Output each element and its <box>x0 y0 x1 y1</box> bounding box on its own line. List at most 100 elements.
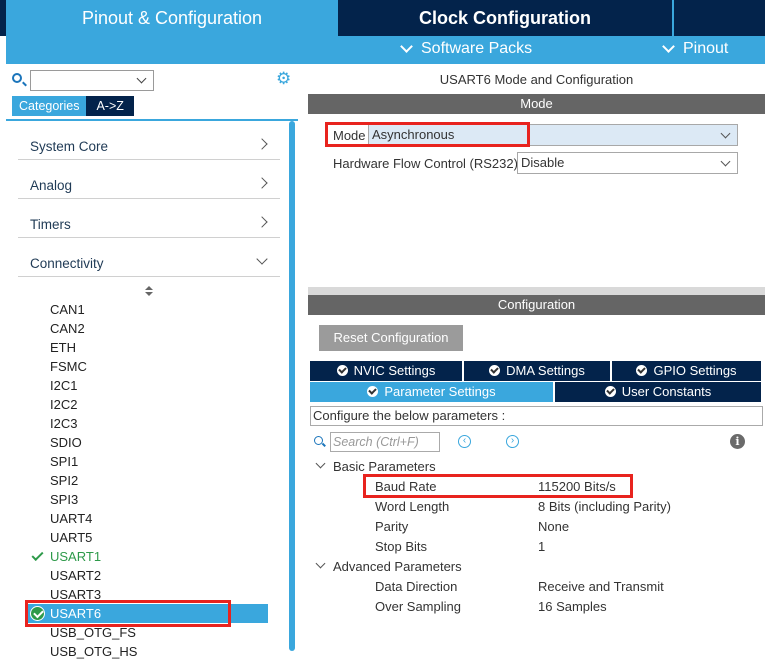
param-stop-bits-name: Stop Bits <box>375 539 428 554</box>
peripheral-can2[interactable]: CAN2 <box>26 319 268 338</box>
category-label: Connectivity <box>30 256 104 271</box>
param-stop-bits-value[interactable]: 1 <box>538 539 545 554</box>
pinout-menu[interactable]: Pinout <box>662 40 729 58</box>
peripheral-fsmc[interactable]: FSMC <box>26 357 268 376</box>
tab-extra[interactable] <box>672 0 765 36</box>
tab-a-to-z[interactable]: A->Z <box>86 96 134 116</box>
tab-label: DMA Settings <box>506 363 585 378</box>
check-circle-icon <box>489 365 501 376</box>
search-icon <box>314 436 323 445</box>
category-label: Timers <box>30 217 71 232</box>
left-panel: ⚙ Categories A->Z System Core Analog Tim… <box>6 64 304 670</box>
category-analog[interactable]: Analog <box>18 165 280 199</box>
tab-dma-settings[interactable]: DMA Settings <box>462 361 610 381</box>
param-parity-value[interactable]: None <box>538 519 569 534</box>
gear-icon[interactable]: ⚙ <box>276 70 292 87</box>
chevron-down-icon <box>256 253 268 265</box>
category-tabs: Categories A->Z <box>12 96 134 116</box>
chevron-right-icon <box>256 177 268 189</box>
software-packs-label: Software Packs <box>421 40 533 57</box>
tab-parameter-settings[interactable]: Parameter Settings <box>310 382 553 402</box>
param-parity-name: Parity <box>375 519 409 534</box>
highlight-box-mode <box>325 122 530 147</box>
chevron-down-icon <box>662 40 675 53</box>
tab-clock-configuration[interactable]: Clock Configuration <box>340 0 670 36</box>
prev-arrow-icon[interactable]: ‹ <box>458 435 471 448</box>
chevron-down-icon <box>315 558 326 569</box>
tab-label: GPIO Settings <box>653 363 737 378</box>
peripheral-uart4[interactable]: UART4 <box>26 509 268 528</box>
chevron-right-icon <box>256 138 268 150</box>
reset-configuration-button[interactable]: Reset Configuration <box>319 325 463 351</box>
info-icon[interactable]: i <box>730 434 745 449</box>
peripheral-uart5[interactable]: UART5 <box>26 528 268 547</box>
search-combo[interactable] <box>30 70 154 91</box>
tab-label: Parameter Settings <box>384 384 496 399</box>
check-circle-icon <box>604 386 616 397</box>
top-tab-bar: Pinout & Configuration Clock Configurati… <box>0 0 765 36</box>
section-divider[interactable] <box>308 287 765 295</box>
category-system-core[interactable]: System Core <box>18 126 280 160</box>
check-circle-icon <box>336 365 348 376</box>
configuration-section-header: Configuration <box>308 295 765 315</box>
chevron-down-icon <box>136 73 147 84</box>
param-word-length-name: Word Length <box>375 499 450 514</box>
tab-user-constants[interactable]: User Constants <box>553 382 761 402</box>
hw-flow-label: Hardware Flow Control (RS232) <box>333 156 518 171</box>
peripheral-sdio[interactable]: SDIO <box>26 433 268 452</box>
tab-gpio-settings[interactable]: GPIO Settings <box>610 361 761 381</box>
param-over-sampling-value[interactable]: 16 Samples <box>538 599 607 614</box>
tab-categories[interactable]: Categories <box>12 96 87 116</box>
panel-title: USART6 Mode and Configuration <box>439 72 634 87</box>
peripheral-eth[interactable]: ETH <box>26 338 268 357</box>
peripheral-usb-otg-hs[interactable]: USB_OTG_HS <box>26 642 268 661</box>
left-scrollbar[interactable] <box>289 121 295 651</box>
peripheral-spi2[interactable]: SPI2 <box>26 471 268 490</box>
mode-section-header: Mode <box>308 94 765 114</box>
tab-label: User Constants <box>621 384 712 399</box>
peripheral-spi1[interactable]: SPI1 <box>26 452 268 471</box>
category-list: System Core Analog Timers Connectivity C… <box>6 119 298 670</box>
peripheral-can1[interactable]: CAN1 <box>26 300 268 319</box>
pinout-label: Pinout <box>683 40 729 57</box>
check-circle-icon <box>636 365 648 376</box>
hw-flow-select-value: Disable <box>521 155 565 170</box>
category-label: System Core <box>30 139 109 154</box>
peripheral-usart1[interactable]: USART1 <box>26 547 268 566</box>
tab-nvic-settings[interactable]: NVIC Settings <box>310 361 462 381</box>
peripheral-i2c2[interactable]: I2C2 <box>26 395 268 414</box>
chevron-down-icon <box>720 156 731 167</box>
software-packs-menu[interactable]: Software Packs <box>400 40 533 58</box>
hw-flow-select[interactable]: Disable <box>517 152 738 174</box>
category-connectivity[interactable]: Connectivity <box>18 243 280 277</box>
right-panel: USART6 Mode and Configuration Mode Mode … <box>308 64 765 670</box>
param-data-direction-value[interactable]: Receive and Transmit <box>538 579 664 594</box>
param-over-sampling-name: Over Sampling <box>375 599 461 614</box>
chevron-down-icon <box>400 40 413 53</box>
chevron-down-icon <box>720 128 731 139</box>
param-word-length-value[interactable]: 8 Bits (including Parity) <box>538 499 671 514</box>
basic-parameters-group[interactable]: Basic Parameters <box>315 458 436 474</box>
highlight-box-baud-rate <box>363 474 633 498</box>
check-circle-icon <box>367 386 379 397</box>
tab-label: NVIC Settings <box>353 363 436 378</box>
param-data-direction-name: Data Direction <box>375 579 458 594</box>
category-timers[interactable]: Timers <box>18 204 280 238</box>
tab-pinout-configuration[interactable]: Pinout & Configuration <box>6 0 338 36</box>
peripheral-i2c1[interactable]: I2C1 <box>26 376 268 395</box>
sort-icon[interactable] <box>144 286 154 298</box>
search-icon <box>12 73 22 83</box>
group-label: Advanced Parameters <box>333 559 462 574</box>
group-label: Basic Parameters <box>333 459 436 474</box>
search-row: ⚙ <box>6 68 304 92</box>
chevron-down-icon <box>315 458 326 469</box>
advanced-parameters-group[interactable]: Advanced Parameters <box>315 558 462 574</box>
next-arrow-icon[interactable]: › <box>506 435 519 448</box>
peripheral-spi3[interactable]: SPI3 <box>26 490 268 509</box>
peripheral-usart2[interactable]: USART2 <box>26 566 268 585</box>
sub-toolbar: Software Packs Pinout <box>6 36 765 64</box>
peripheral-i2c3[interactable]: I2C3 <box>26 414 268 433</box>
category-label: Analog <box>30 178 73 193</box>
checkmark-icon <box>31 548 44 562</box>
param-search-input[interactable]: Search (Ctrl+F) <box>330 432 440 452</box>
